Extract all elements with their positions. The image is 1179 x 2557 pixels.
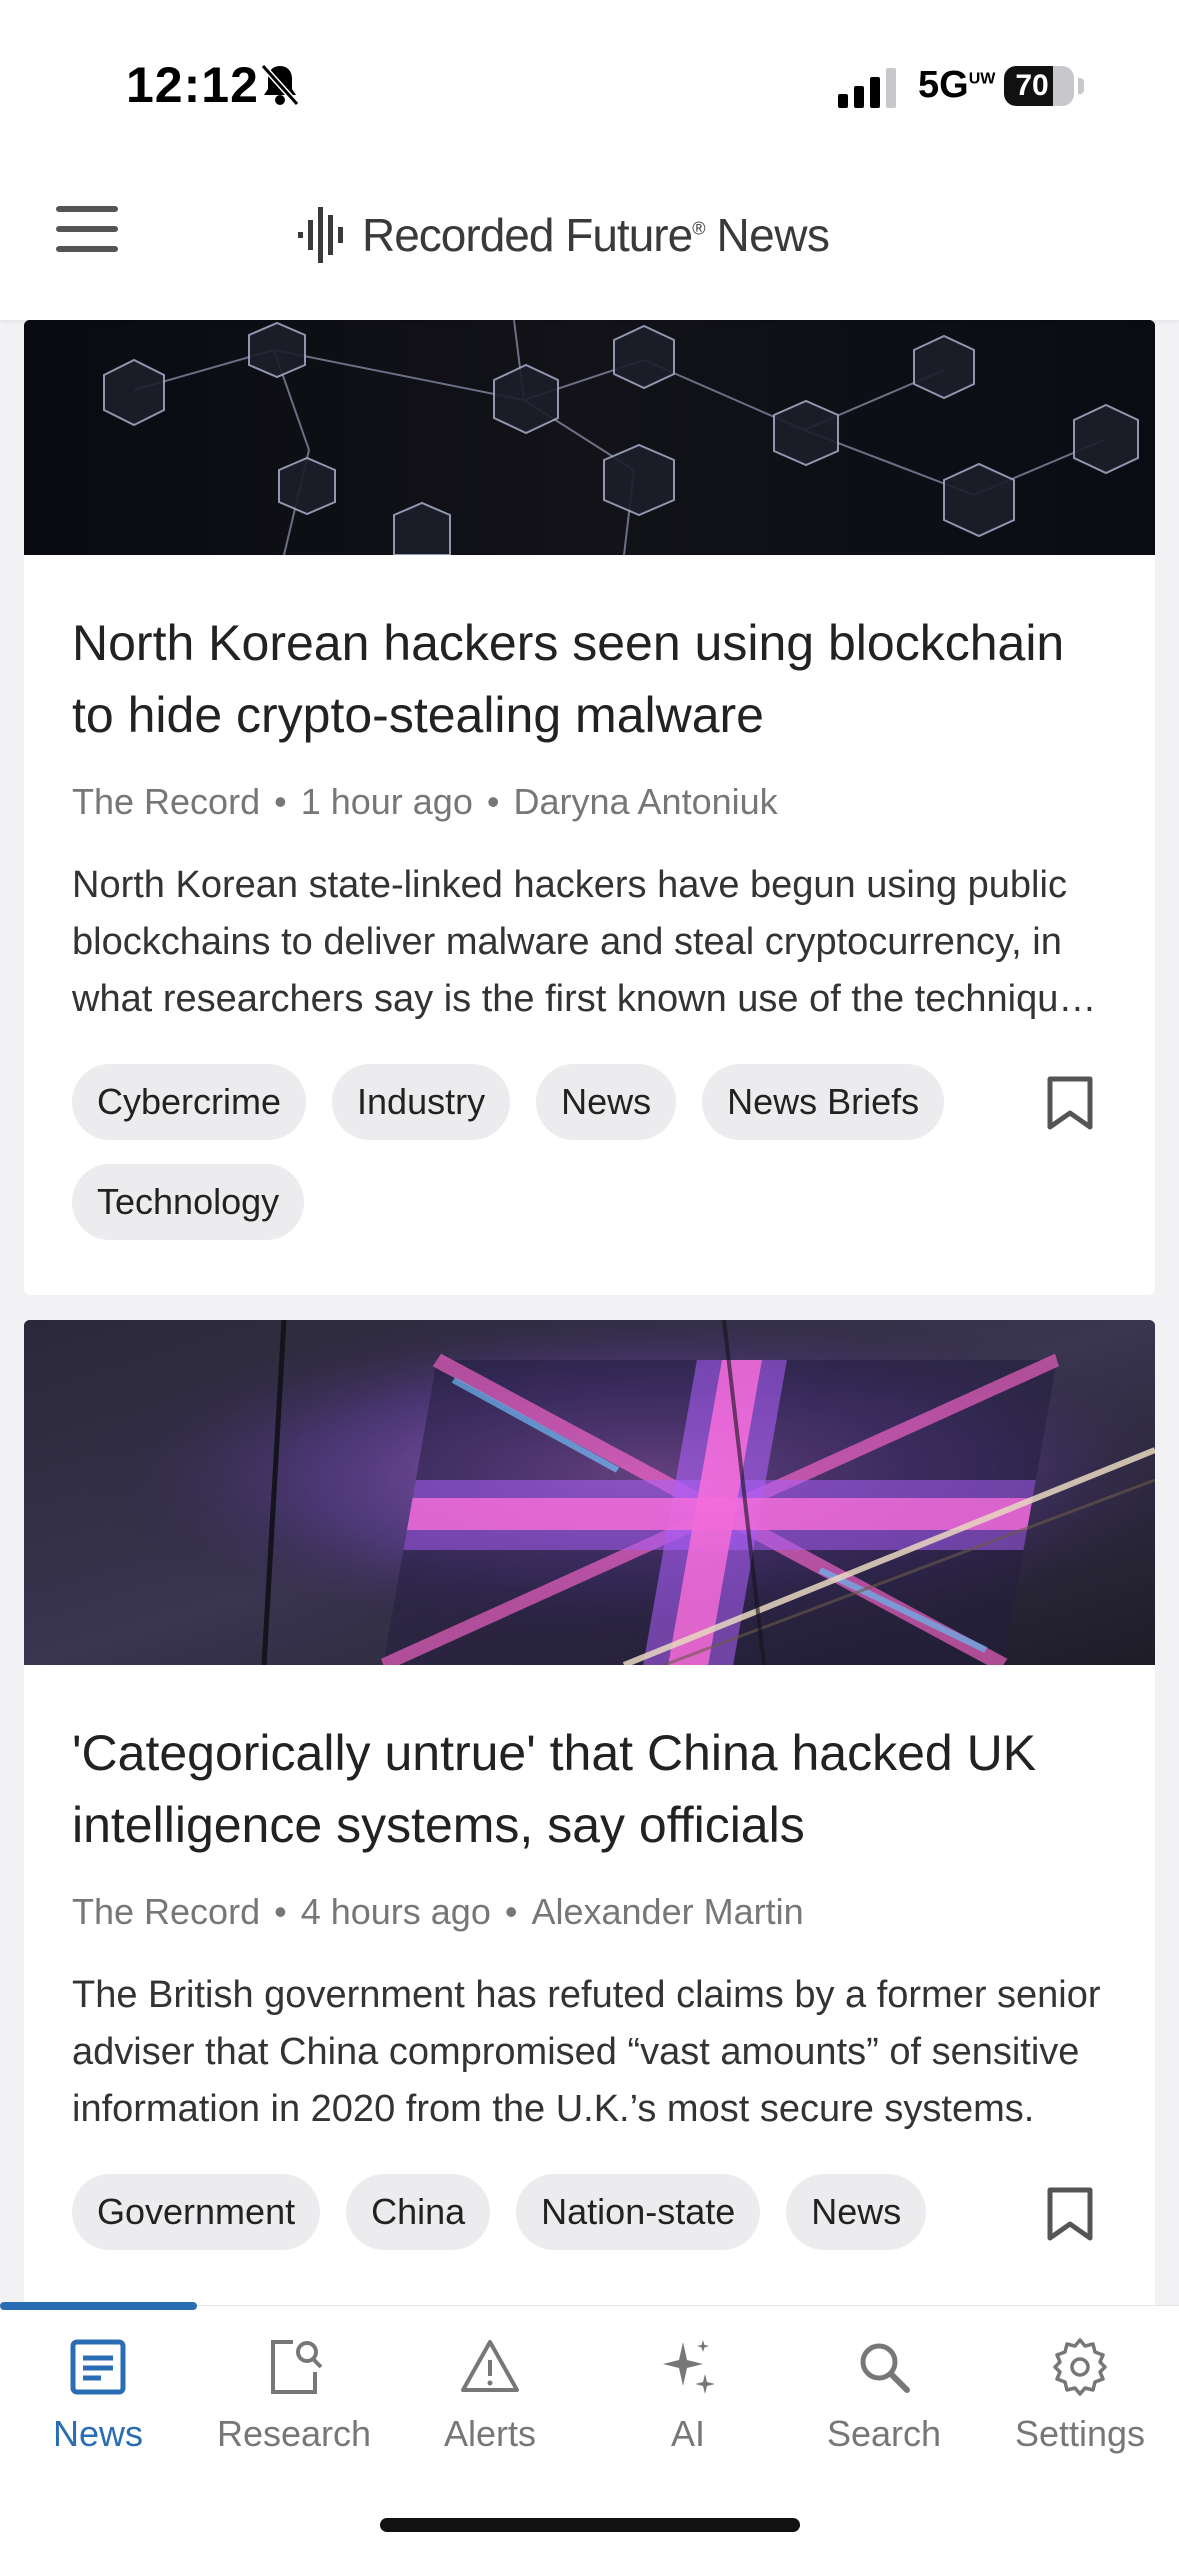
tab-label: Search xyxy=(826,2413,942,2454)
tab-settings[interactable]: Settings xyxy=(982,2326,1178,2466)
article-author[interactable]: Alexander Martin xyxy=(531,1891,803,1932)
article-card[interactable]: North Korean hackers seen using blockcha… xyxy=(24,320,1155,1295)
tag-chip[interactable]: News Briefs xyxy=(702,1064,945,1140)
battery-icon: 70 xyxy=(1004,66,1074,106)
article-title[interactable]: 'Categorically untrue' that China hacked… xyxy=(72,1717,1107,1861)
tag-chip[interactable]: News xyxy=(786,2174,927,2250)
brand-section: News xyxy=(716,209,830,261)
gear-icon xyxy=(1053,2338,1107,2396)
article-time: 4 hours ago xyxy=(300,1891,491,1932)
tab-research[interactable]: Research xyxy=(196,2326,392,2466)
sparkle-icon xyxy=(663,2340,715,2394)
tag-chip[interactable]: Industry xyxy=(332,1064,511,1140)
recorded-future-logo-icon xyxy=(298,207,343,263)
signal-icon xyxy=(838,68,896,108)
brand-name: Recorded Future® xyxy=(362,209,705,261)
article-card[interactable]: 'Categorically untrue' that China hacked… xyxy=(24,1320,1155,2305)
home-indicator[interactable] xyxy=(380,2518,800,2532)
blockchain-illustration xyxy=(24,320,1155,555)
app-header: Recorded Future® News xyxy=(0,170,1179,320)
article-image[interactable] xyxy=(24,320,1155,555)
tag-chip[interactable]: Technology xyxy=(72,1164,305,1240)
article-meta: The Record • 1 hour ago • Daryna Antoniuk xyxy=(72,781,778,822)
neon-union-flag-illustration xyxy=(24,1320,1155,1665)
news-icon xyxy=(70,2339,126,2395)
article-summary: The British government has refuted claim… xyxy=(72,1974,1101,2130)
status-time: 12:12 xyxy=(126,57,259,113)
article-tags: Government China Nation-state News xyxy=(72,2174,1032,2250)
article-title[interactable]: North Korean hackers seen using blockcha… xyxy=(72,607,1107,751)
article-source: The Record xyxy=(72,781,261,822)
article-author[interactable]: Daryna Antoniuk xyxy=(513,781,777,822)
tag-chip[interactable]: China xyxy=(346,2174,491,2250)
article-summary: North Korean state-linked hackers have b… xyxy=(72,864,1080,1020)
search-icon xyxy=(860,2343,910,2393)
tab-label: Research xyxy=(216,2413,372,2454)
tab-label: News xyxy=(52,2413,144,2454)
tab-label: AI xyxy=(670,2413,705,2454)
article-image[interactable] xyxy=(24,1320,1155,1665)
news-feed[interactable]: North Korean hackers seen using blockcha… xyxy=(0,320,1179,2305)
article-tags: Cybercrime Industry News News Briefs Tec… xyxy=(72,1064,1032,1240)
article-time: 1 hour ago xyxy=(300,781,473,822)
brand-logo: Recorded Future® News xyxy=(298,200,830,270)
tag-chip[interactable]: News xyxy=(536,1064,677,1140)
tab-news[interactable]: News xyxy=(0,2326,196,2466)
bell-muted-icon xyxy=(260,63,300,107)
tab-ai[interactable]: AI xyxy=(590,2326,786,2466)
battery-nub xyxy=(1078,78,1084,94)
active-tab-indicator xyxy=(0,2302,197,2310)
article-meta: The Record • 4 hours ago • Alexander Martin xyxy=(72,1891,804,1932)
bookmark-icon[interactable] xyxy=(1046,1075,1094,1131)
tab-alerts[interactable]: Alerts xyxy=(392,2326,588,2466)
tab-label: Alerts xyxy=(443,2413,537,2454)
status-bar: 12:12 5GUW 70 xyxy=(0,0,1179,170)
tag-chip[interactable]: Government xyxy=(72,2174,321,2250)
tab-label: Settings xyxy=(1014,2413,1146,2454)
menu-icon[interactable] xyxy=(56,206,118,256)
tab-search[interactable]: Search xyxy=(786,2326,982,2466)
alert-icon xyxy=(461,2340,519,2392)
article-source: The Record xyxy=(72,1891,261,1932)
bookmark-icon[interactable] xyxy=(1046,2186,1094,2242)
research-icon xyxy=(271,2340,323,2394)
tag-chip[interactable]: Cybercrime xyxy=(72,1064,307,1140)
network-type: 5GUW xyxy=(918,64,996,106)
battery-level: 70 xyxy=(1015,69,1049,102)
tag-chip[interactable]: Nation-state xyxy=(516,2174,761,2250)
